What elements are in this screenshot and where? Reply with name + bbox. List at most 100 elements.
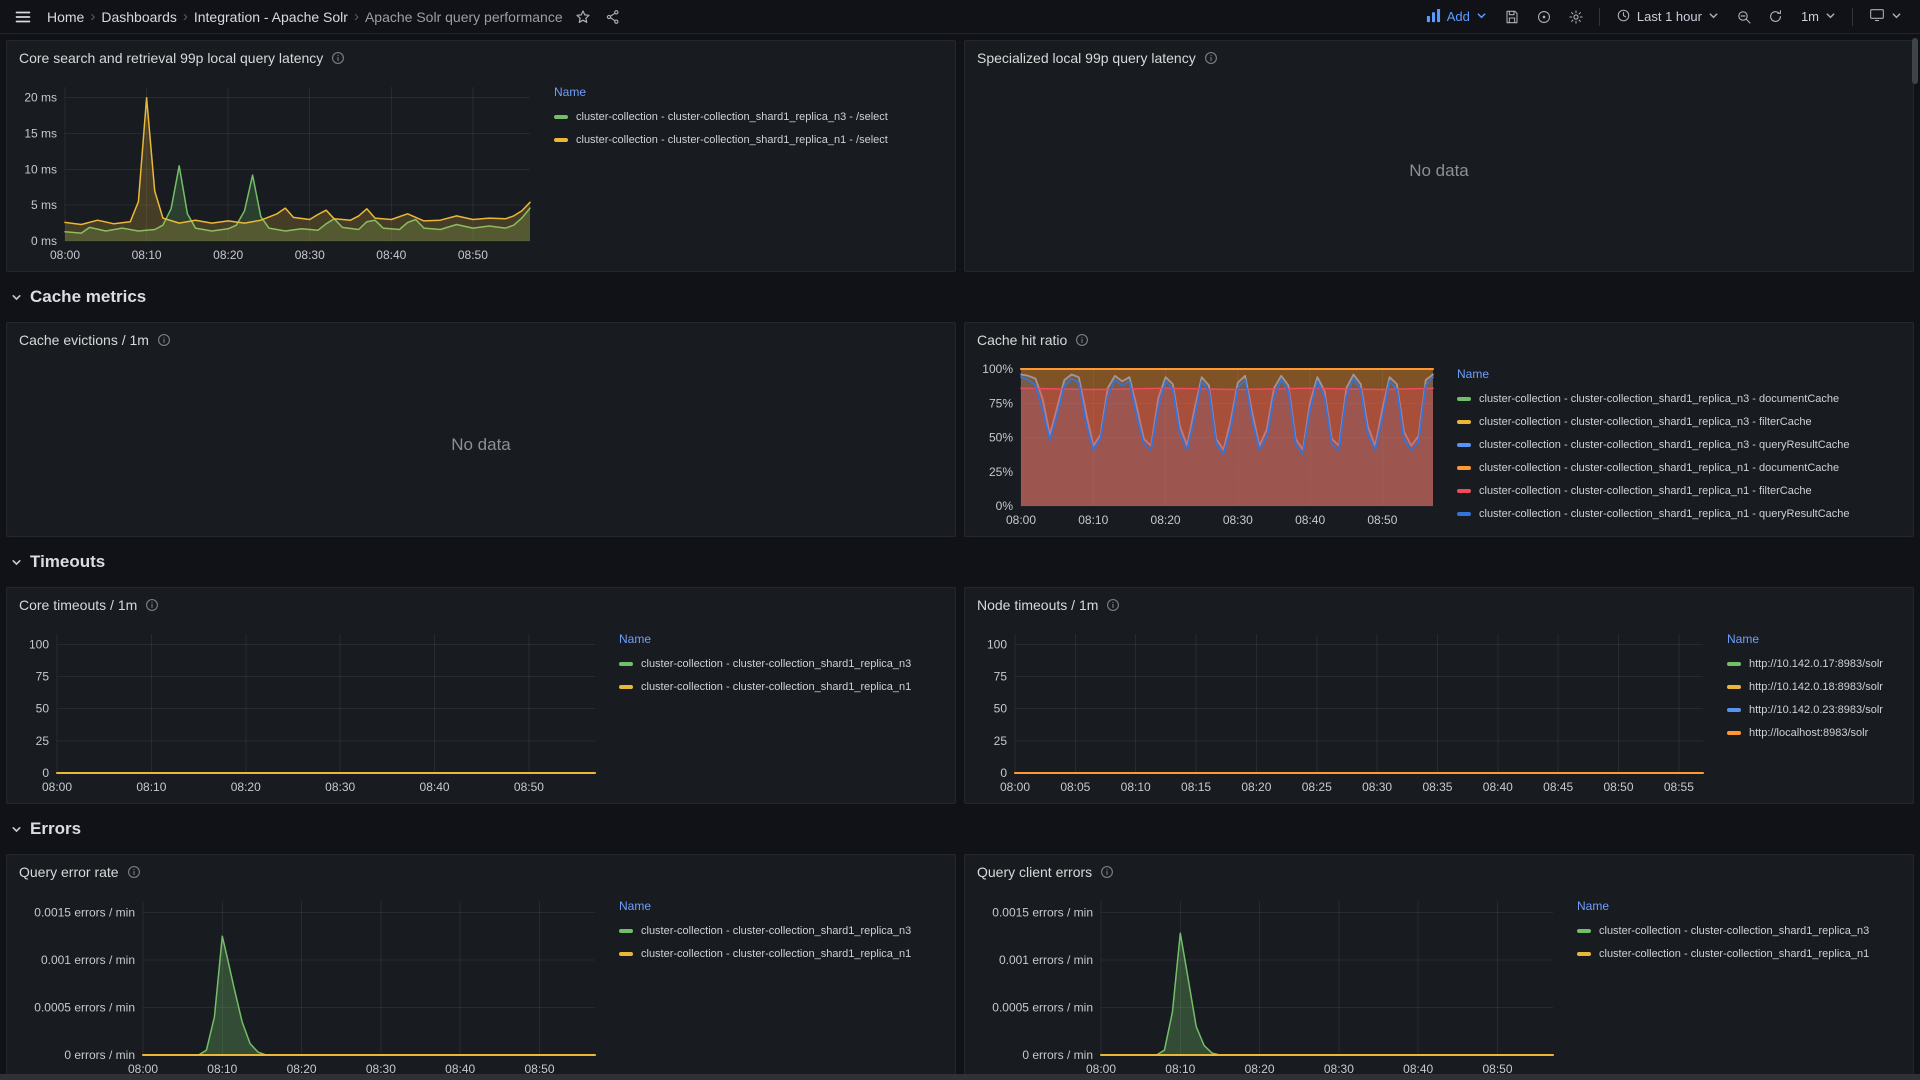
info-icon[interactable] [331, 51, 345, 65]
series-color-swatch [1457, 419, 1471, 424]
breadcrumb-item-folder[interactable]: Integration - Apache Solr [189, 9, 353, 25]
legend-item[interactable]: cluster-collection - cluster-collection_… [619, 652, 945, 675]
svg-text:08:15: 08:15 [1181, 780, 1211, 794]
tv-icon [1869, 7, 1885, 26]
svg-text:75: 75 [36, 669, 50, 683]
share-dashboard-button[interactable] [598, 2, 628, 32]
svg-text:0 ms: 0 ms [31, 234, 57, 248]
legend-item[interactable]: http://10.142.0.17:8983/solr [1727, 652, 1903, 675]
series-name: cluster-collection - cluster-collection_… [1599, 947, 1870, 960]
panel-title[interactable]: Query client errors [977, 864, 1092, 880]
legend-item[interactable]: cluster-collection - cluster-collection_… [1577, 942, 1903, 965]
panel-title[interactable]: Query error rate [19, 864, 119, 880]
panel-header: Core timeouts / 1m [7, 588, 955, 622]
series-color-swatch [1457, 442, 1471, 447]
info-icon[interactable] [1075, 333, 1089, 347]
legend-item[interactable]: http://localhost:8983/solr [1727, 721, 1903, 744]
svg-text:08:20: 08:20 [1151, 513, 1181, 527]
legend-item[interactable]: cluster-collection - cluster-collection_… [1457, 387, 1903, 410]
legend-item[interactable]: cluster-collection - cluster-collection_… [1457, 433, 1903, 456]
star-icon [575, 9, 591, 25]
svg-text:50: 50 [994, 702, 1008, 716]
cache-hit-ratio-chart[interactable]: 0% 25% 50% 75% 100% 08:00 08:10 08:20 08:30 08:40… [975, 357, 1443, 532]
breadcrumb-item-home[interactable]: Home [42, 9, 89, 25]
legend-item[interactable]: cluster-collection - cluster-collection_… [619, 942, 945, 965]
info-icon[interactable] [157, 333, 171, 347]
panel-title[interactable]: Core timeouts / 1m [19, 597, 137, 613]
panel-node-timeouts: Node timeouts / 1m 0 25 50 75 100 08:00 08:05 0… [964, 587, 1914, 804]
panel-title[interactable]: Cache hit ratio [977, 332, 1067, 348]
star-dashboard-button[interactable] [568, 2, 598, 32]
legend-item[interactable]: http://10.142.0.23:8983/solr [1727, 698, 1903, 721]
svg-text:08:30: 08:30 [295, 248, 325, 262]
refresh-interval-picker[interactable]: 1m [1793, 2, 1844, 32]
legend-item[interactable]: http://10.142.0.18:8983/solr [1727, 675, 1903, 698]
legend-item[interactable]: cluster-collection - cluster-collection_… [554, 128, 945, 151]
legend-item[interactable]: cluster-collection - cluster-collection_… [1457, 456, 1903, 479]
breadcrumb-item-dashboards[interactable]: Dashboards [96, 9, 182, 25]
info-icon[interactable] [145, 598, 159, 612]
info-icon[interactable] [1204, 51, 1218, 65]
legend-item[interactable]: cluster-collection - cluster-collection_… [619, 675, 945, 698]
menu-toggle-button[interactable] [8, 2, 38, 32]
latency-time-series-chart[interactable]: 0 ms 5 ms 10 ms 15 ms 20 ms 08:00 08:10 08:20 08… [17, 75, 540, 267]
series-color-swatch [619, 951, 633, 956]
dashboard-insights-button[interactable] [1529, 2, 1559, 32]
legend-item[interactable]: cluster-collection - cluster-collection_… [1577, 919, 1903, 942]
series-color-swatch [1727, 684, 1741, 689]
query-error-rate-chart[interactable]: 0 errors / min 0.0005 errors / min 0.001 e… [17, 889, 605, 1080]
query-client-errors-chart[interactable]: 0 errors / min 0.0005 errors / min 0.001 e… [975, 889, 1563, 1080]
section-row-errors[interactable]: Errors [6, 804, 1914, 854]
series-color-swatch [619, 684, 633, 689]
svg-text:08:50: 08:50 [458, 248, 488, 262]
series-color-swatch [1577, 928, 1591, 933]
add-panel-button[interactable]: Add [1418, 2, 1495, 32]
info-icon[interactable] [1106, 598, 1120, 612]
series-color-swatch [554, 114, 568, 119]
vertical-scrollbar-thumb[interactable] [1912, 38, 1918, 84]
legend-item[interactable]: cluster-collection - cluster-collection_… [1457, 410, 1903, 433]
series-name: http://10.142.0.18:8983/solr [1749, 680, 1883, 693]
series-name: cluster-collection - cluster-collection_… [1479, 461, 1840, 474]
node-timeouts-chart[interactable]: 0 25 50 75 100 08:00 08:05 08:10 08:15 08:20 08:25… [975, 622, 1713, 799]
info-icon[interactable] [1100, 865, 1114, 879]
legend-item[interactable]: cluster-collection - cluster-collection_… [1457, 502, 1903, 525]
panel-title[interactable]: Node timeouts / 1m [977, 597, 1098, 613]
zoom-out-time-button[interactable] [1729, 2, 1759, 32]
dashboard-settings-button[interactable] [1561, 2, 1591, 32]
legend: Name cluster-collection - cluster-collect… [1443, 357, 1903, 532]
svg-text:5 ms: 5 ms [31, 198, 57, 212]
panel-title[interactable]: Core search and retrieval 99p local quer… [19, 50, 323, 66]
section-title: Cache metrics [30, 287, 147, 306]
divider [1852, 7, 1853, 26]
series-color-swatch [1457, 396, 1471, 401]
save-dashboard-button[interactable] [1497, 2, 1527, 32]
core-timeouts-chart[interactable]: 0 25 50 75 100 08:00 08:10 08:20 08:30 08:40 08:50 [17, 622, 605, 799]
zoom-out-icon [1736, 9, 1752, 25]
svg-text:0.001 errors / min: 0.001 errors / min [41, 953, 135, 967]
legend-item[interactable]: cluster-collection - cluster-collection_… [1457, 479, 1903, 502]
section-row-cache-metrics[interactable]: Cache metrics [6, 272, 1914, 322]
tv-mode-button[interactable] [1861, 2, 1910, 32]
legend-item[interactable]: cluster-collection - cluster-collection_… [554, 105, 945, 128]
panel-title[interactable]: Specialized local 99p query latency [977, 50, 1196, 66]
series-name: http://10.142.0.17:8983/solr [1749, 657, 1883, 670]
series-color-swatch [1727, 730, 1741, 735]
section-row-timeouts[interactable]: Timeouts [6, 537, 1914, 587]
panel-header: Query client errors [965, 855, 1913, 889]
svg-text:15 ms: 15 ms [24, 127, 57, 141]
svg-text:0 errors / min: 0 errors / min [64, 1048, 135, 1062]
info-icon[interactable] [127, 865, 141, 879]
horizontal-scrollbar[interactable] [0, 1074, 1920, 1080]
series-name: http://10.142.0.23:8983/solr [1749, 703, 1883, 716]
time-range-picker[interactable]: Last 1 hour [1608, 2, 1727, 32]
series-name: cluster-collection - cluster-collection_… [1479, 415, 1812, 428]
series-name: cluster-collection - cluster-collection_… [1479, 484, 1812, 497]
section-title: Errors [30, 819, 82, 838]
refresh-dashboard-button[interactable] [1761, 2, 1791, 32]
panel-header: Node timeouts / 1m [965, 588, 1913, 622]
caret-down-icon [1891, 9, 1902, 24]
legend: Name cluster-collection - cluster-collect… [605, 622, 945, 799]
panel-title[interactable]: Cache evictions / 1m [19, 332, 149, 348]
legend-item[interactable]: cluster-collection - cluster-collection_… [619, 919, 945, 942]
